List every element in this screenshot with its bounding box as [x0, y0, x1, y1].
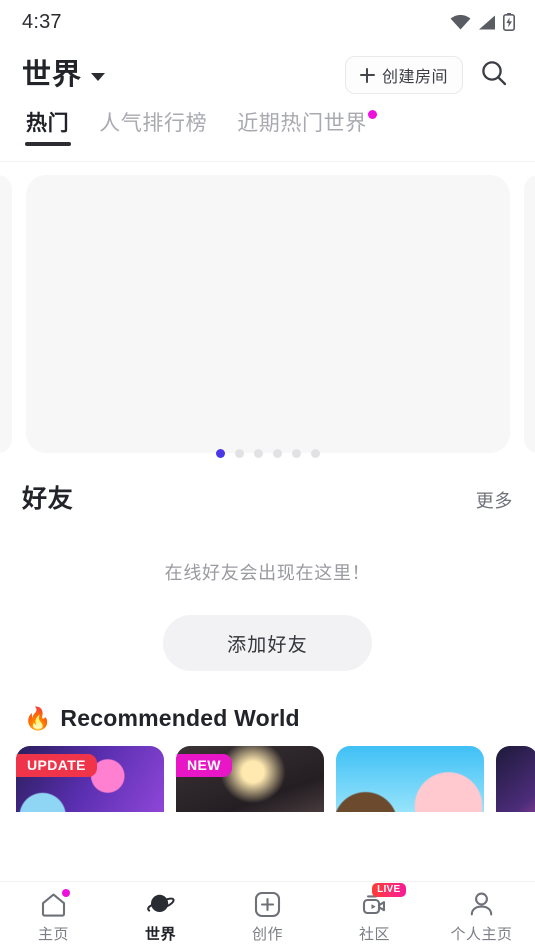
carousel-dot[interactable]: [234, 448, 244, 458]
battery-charging-icon: [503, 13, 515, 31]
recommended-section-header: 🔥 Recommended World: [0, 671, 535, 732]
live-badge: LIVE: [372, 882, 406, 897]
recommended-card[interactable]: NEW: [176, 746, 324, 812]
person-icon: [467, 890, 497, 919]
carousel-dots: [0, 444, 535, 462]
status-icons: [450, 13, 515, 31]
create-room-button[interactable]: 创建房间: [344, 56, 463, 94]
search-button[interactable]: [471, 52, 517, 98]
planet-icon: [146, 890, 176, 919]
recommended-cards-row[interactable]: UPDATE NEW: [0, 732, 535, 812]
recommended-card[interactable]: [336, 746, 484, 812]
nav-item-community-label: 社区: [358, 925, 390, 943]
nav-item-create-label: 创作: [251, 925, 283, 943]
nav-item-community[interactable]: LIVE 社区: [321, 882, 428, 951]
friends-title: 好友: [22, 485, 74, 513]
bottom-navigation: 主页 世界 创作 LIVE 社区 个人主页: [0, 881, 535, 951]
wifi-icon: [450, 14, 471, 30]
card-badge-update: UPDATE: [16, 754, 97, 777]
page-title: 世界: [22, 58, 83, 91]
carousel-slide-current[interactable]: [26, 175, 510, 453]
carousel-dot[interactable]: [310, 448, 320, 458]
tab-hot[interactable]: 热门: [22, 112, 73, 147]
chevron-down-icon: [91, 73, 106, 81]
home-badge-dot: [61, 888, 70, 897]
friends-empty-text: 在线好友会出现在这里！: [164, 563, 371, 583]
plus-icon: [359, 67, 375, 83]
banner-carousel[interactable]: [0, 162, 535, 462]
recommended-card[interactable]: [496, 746, 535, 812]
home-icon: [39, 888, 70, 919]
card-badge-new: NEW: [176, 754, 232, 777]
recommended-title: Recommended World: [60, 705, 300, 731]
world-selector[interactable]: 世界: [22, 58, 106, 91]
status-bar: 4:37: [0, 0, 535, 44]
tab-active-indicator: [25, 142, 71, 147]
nav-item-home[interactable]: 主页: [0, 882, 107, 951]
friends-section-header: 好友 更多: [0, 462, 535, 515]
app-header: 世界 创建房间: [0, 44, 535, 106]
tab-popularity-ranking-label: 人气排行榜: [99, 112, 208, 135]
nav-item-world-label: 世界: [144, 925, 176, 943]
carousel-dot[interactable]: [253, 448, 263, 458]
carousel-slide-prev[interactable]: [0, 175, 12, 453]
tab-bar: 热门 人气排行榜 近期热门世界: [0, 106, 535, 162]
plus-square-icon: [253, 890, 283, 919]
friends-empty-state: 在线好友会出现在这里！ 添加好友: [0, 515, 535, 671]
carousel-dot[interactable]: [272, 448, 282, 458]
tab-hot-label: 热门: [26, 112, 70, 135]
app-root: 4:37 世界 创建房间 热门 人气排行榜 近期热门世界 好友 更多 在线好友会…: [0, 0, 535, 951]
carousel-dot[interactable]: [215, 448, 225, 458]
nav-item-world[interactable]: 世界: [107, 882, 214, 951]
tab-popularity-ranking[interactable]: 人气排行榜: [95, 112, 211, 147]
nav-item-home-label: 主页: [37, 925, 69, 943]
cellular-signal-icon: [478, 15, 496, 30]
carousel-dot[interactable]: [291, 448, 301, 458]
friends-more-link[interactable]: 更多: [476, 487, 513, 513]
nav-item-profile-label: 个人主页: [450, 925, 513, 943]
carousel-slide-next[interactable]: [524, 175, 535, 453]
recommended-card[interactable]: UPDATE: [16, 746, 164, 812]
carousel-track[interactable]: [0, 175, 535, 453]
add-friend-label: 添加好友: [227, 634, 308, 656]
video-camera-icon: LIVE: [360, 882, 406, 919]
tab-badge-dot: [367, 110, 377, 119]
fire-icon: 🔥: [24, 705, 52, 731]
create-room-label: 创建房间: [381, 69, 448, 86]
nav-item-profile[interactable]: 个人主页: [428, 882, 535, 951]
search-icon: [479, 58, 509, 93]
nav-item-create[interactable]: 创作: [214, 882, 321, 951]
tab-recent-hot-worlds-label: 近期热门世界: [237, 112, 367, 135]
add-friend-button[interactable]: 添加好友: [163, 615, 372, 671]
tab-recent-hot-worlds[interactable]: 近期热门世界: [233, 110, 377, 147]
status-time: 4:37: [22, 10, 62, 33]
